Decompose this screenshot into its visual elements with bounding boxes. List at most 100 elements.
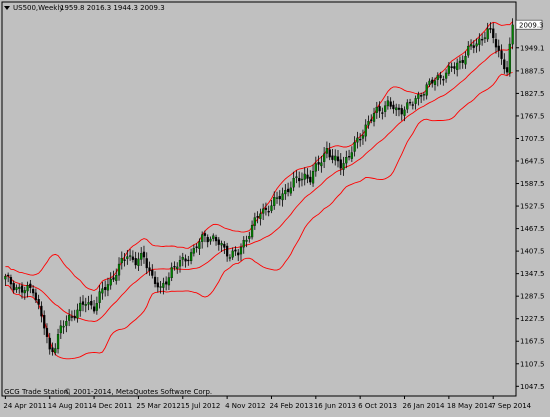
time-tick-label: 14 Aug 2011	[48, 402, 93, 410]
candle-bear	[331, 155, 334, 160]
candle-bull	[26, 285, 29, 292]
candle-bull	[228, 257, 232, 259]
dropdown-triangle-icon[interactable]	[4, 6, 10, 10]
candle-bear	[29, 283, 32, 289]
candle-bull	[245, 239, 248, 242]
candle-bull	[18, 286, 21, 289]
candle-bull	[273, 197, 276, 206]
candle-bull	[79, 302, 82, 312]
candle-bear	[31, 289, 35, 294]
candle-bear	[461, 59, 464, 63]
time-tick-label: 6 Oct 2013	[358, 402, 397, 410]
candle-bear	[370, 119, 373, 121]
candle-bull	[422, 94, 426, 96]
candles	[4, 18, 514, 356]
candle-bear	[134, 258, 137, 266]
candle-bull	[383, 105, 387, 112]
candle-bull	[95, 303, 98, 311]
candle-bull	[464, 56, 467, 65]
candle-bear	[378, 106, 381, 112]
candle-bear	[173, 265, 176, 268]
candle-bull	[231, 250, 234, 258]
candle-bull	[433, 80, 437, 85]
price-badge-label: 2009.3	[519, 22, 544, 30]
candle-bear	[286, 188, 290, 193]
candle-bull	[478, 38, 481, 45]
candle-bull	[15, 287, 18, 290]
candle-bull	[181, 257, 184, 260]
chart-ohlc: 1959.8 2016.3 1944.3 2009.3	[60, 4, 165, 12]
candle-bull	[87, 302, 90, 305]
candle-bull	[295, 176, 298, 178]
candle-bull	[262, 208, 265, 214]
candle-bull	[120, 258, 123, 264]
candle-bull	[386, 100, 390, 107]
candle-bull	[289, 187, 292, 194]
candle-bull	[395, 107, 398, 111]
time-tick-label: 25 Mar 2012	[136, 402, 180, 410]
candle-bear	[9, 277, 13, 285]
candle-bull	[323, 153, 326, 162]
price-tick-label: 1167.5	[520, 338, 545, 346]
candle-bear	[148, 267, 151, 272]
candle-bear	[12, 283, 15, 291]
candle-bear	[142, 251, 146, 258]
candle-bull	[192, 248, 195, 254]
candle-bear	[431, 79, 434, 84]
price-tick-label: 1887.5	[520, 67, 545, 75]
candle-bull	[23, 290, 26, 294]
candle-bull	[367, 120, 370, 126]
candle-bear	[195, 246, 198, 248]
time-tick-label: 4 Nov 2012	[225, 402, 265, 410]
candle-bull	[242, 240, 245, 248]
candle-bull	[292, 178, 295, 188]
candle-bear	[37, 299, 40, 305]
candle-bull	[428, 80, 431, 85]
candle-bear	[70, 316, 74, 318]
candle-bear	[347, 156, 351, 158]
price-tick-label: 1227.5	[520, 315, 545, 323]
chart-svg[interactable]: US500,Weekly 1959.8 2016.3 1944.3 2009.3…	[0, 0, 550, 413]
current-price-badge: 2009.3	[515, 19, 544, 30]
footer-copyright: © 2001-2014, MetaQuotes Software Corp.	[64, 388, 212, 396]
candle-bull	[201, 234, 204, 242]
candle-bear	[123, 259, 126, 261]
price-tick-label: 1347.5	[520, 270, 545, 278]
candle-bear	[206, 236, 209, 243]
candle-bear	[20, 285, 24, 293]
time-tick-label: 26 Jan 2014	[403, 402, 446, 410]
candle-bear	[328, 149, 331, 158]
candle-bear	[453, 66, 456, 69]
candle-bear	[226, 245, 229, 257]
candle-bear	[184, 258, 187, 262]
candle-bear	[51, 347, 54, 353]
candle-bull	[209, 238, 212, 242]
candle-bull	[65, 321, 68, 326]
bollinger-bands	[5, 21, 513, 360]
candle-bull	[342, 163, 345, 170]
candle-bear	[267, 211, 270, 213]
price-axis: 1949.1 1887.5 1827.5 1767.5 1707.5 1647.5 1587…	[516, 24, 545, 391]
candle-bear	[481, 39, 484, 41]
candle-bull	[4, 275, 7, 280]
candle-bull	[483, 37, 487, 39]
candle-bull	[239, 247, 243, 255]
candle-bull	[109, 278, 112, 286]
footer-prefix: GCG Trade Station,	[4, 388, 70, 396]
candle-bear	[494, 39, 498, 48]
candle-bear	[439, 75, 442, 79]
candle-bear	[214, 236, 218, 242]
candle-bear	[505, 67, 509, 73]
chart-header: US500,Weekly 1959.8 2016.3 1944.3 2009.3	[4, 4, 165, 12]
candle-bear	[131, 256, 135, 260]
price-tick-label: 1527.5	[520, 203, 545, 211]
candle-bear	[34, 292, 37, 301]
price-chart[interactable]: US500,Weekly 1959.8 2016.3 1944.3 2009.3…	[0, 0, 550, 413]
candle-bear	[442, 79, 445, 81]
price-tick-label: 1827.5	[520, 90, 545, 98]
candle-bull	[170, 267, 173, 279]
candle-bear	[165, 281, 168, 285]
candle-bull	[54, 348, 57, 353]
candle-bear	[223, 243, 226, 248]
candle-bear	[92, 306, 96, 312]
